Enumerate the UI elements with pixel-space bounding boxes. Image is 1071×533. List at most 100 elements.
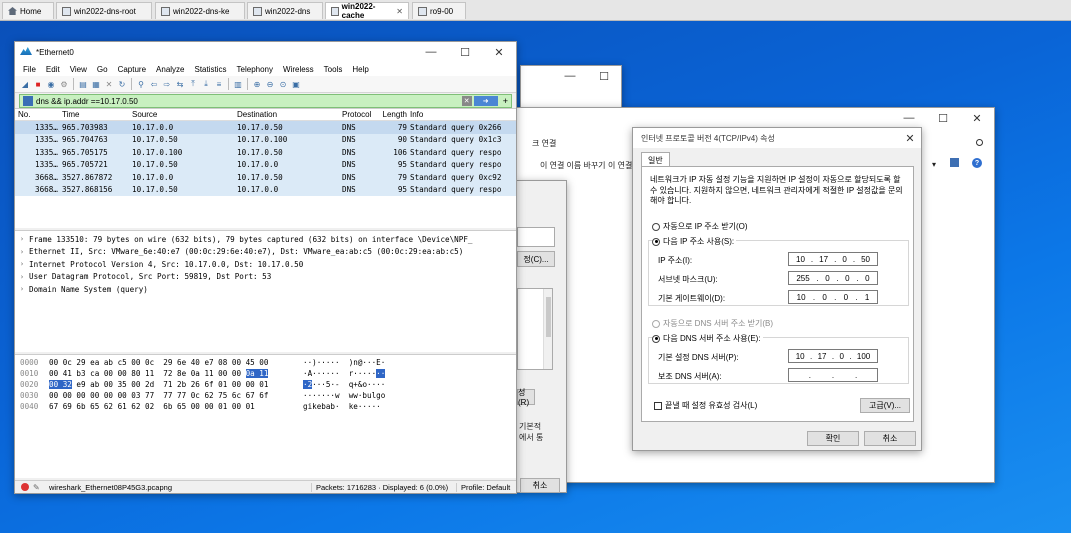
edit-comment-icon[interactable]: ✎ xyxy=(33,483,43,492)
maximize-icon[interactable]: ☐ xyxy=(448,42,482,62)
packet-row[interactable]: 3668… 3527.868156 10.17.0.50 10.17.0.0 D… xyxy=(15,183,516,196)
close-file-icon[interactable]: ✕ xyxy=(103,78,115,90)
go-forward-icon[interactable]: ⇨ xyxy=(161,78,173,90)
manual-dns-radio[interactable]: 다음 DNS 서버 주소 사용(E): xyxy=(652,333,763,344)
column-no[interactable]: No. xyxy=(15,110,62,119)
detail-ethernet[interactable]: › Ethernet II, Src: VMware_6e:40:e7 (00:0… xyxy=(15,246,516,259)
menu-view[interactable]: View xyxy=(65,65,92,74)
reload-icon[interactable]: ↻ xyxy=(116,78,128,90)
bookmark-icon[interactable] xyxy=(23,96,33,106)
add-filter-button-icon[interactable]: + xyxy=(500,96,511,106)
expand-arrow-icon[interactable]: › xyxy=(15,248,29,256)
ip-address-field[interactable]: 10. 17. 0. 50 xyxy=(788,252,878,266)
menu-statistics[interactable]: Statistics xyxy=(190,65,232,74)
connection-link[interactable]: 이 연결 xyxy=(608,160,632,171)
display-filter-bar[interactable]: dns && ip.addr ==10.17.0.50 ✕ ➜ + xyxy=(19,94,512,108)
cancel-button[interactable]: 취소 xyxy=(520,478,560,493)
save-file-icon[interactable]: ▦ xyxy=(90,78,102,90)
manual-ip-radio[interactable]: 다음 IP 주소 사용(S): xyxy=(652,236,737,247)
chevron-down-icon[interactable]: ▾ xyxy=(932,160,936,169)
menu-analyze[interactable]: Analyze xyxy=(151,65,189,74)
restart-capture-icon[interactable]: ◉ xyxy=(45,78,57,90)
expand-arrow-icon[interactable]: › xyxy=(15,260,29,268)
display-filter-input[interactable]: dns && ip.addr ==10.17.0.50 xyxy=(36,97,462,106)
menu-go[interactable]: Go xyxy=(92,65,113,74)
resize-columns-icon[interactable]: ▣ xyxy=(290,78,302,90)
start-capture-icon[interactable]: ◢ xyxy=(19,78,31,90)
column-source[interactable]: Source xyxy=(132,110,237,119)
close-icon[interactable]: ✕ xyxy=(396,7,403,16)
vm-tab-ro9[interactable]: ro9-00 xyxy=(412,2,466,19)
bytes-row[interactable]: 0010 00 41 b3 ca 00 00 80 11 72 8e 0a 11… xyxy=(15,368,516,379)
go-to-packet-icon[interactable]: ⇆ xyxy=(174,78,186,90)
expert-info-icon[interactable] xyxy=(21,483,29,491)
maximize-icon[interactable]: ☐ xyxy=(587,66,621,86)
apply-filter-icon[interactable]: ➜ xyxy=(473,96,498,106)
packet-row[interactable]: 3668… 3527.867872 10.17.0.0 10.17.0.50 D… xyxy=(15,170,516,184)
column-protocol[interactable]: Protocol xyxy=(342,110,382,119)
detail-frame[interactable]: › Frame 133510: 79 bytes on wire (632 bit… xyxy=(15,233,516,246)
vm-tab-dns-ke[interactable]: win2022-dns-ke xyxy=(155,2,245,19)
detail-dns[interactable]: › Domain Name System (query) xyxy=(15,283,516,296)
close-icon[interactable]: ✕ xyxy=(899,128,921,148)
close-icon[interactable]: ✕ xyxy=(482,42,516,62)
normal-size-icon[interactable]: ⊙ xyxy=(277,78,289,90)
first-packet-icon[interactable]: ⤒ xyxy=(187,78,199,90)
minimize-icon[interactable]: — xyxy=(553,66,587,86)
column-info[interactable]: Info xyxy=(410,110,516,119)
close-icon[interactable]: ✕ xyxy=(960,108,994,128)
clear-filter-icon[interactable]: ✕ xyxy=(461,96,472,106)
vm-tab-dns[interactable]: win2022-dns xyxy=(247,2,323,19)
open-file-icon[interactable]: ▤ xyxy=(77,78,89,90)
menu-capture[interactable]: Capture xyxy=(113,65,151,74)
components-scrollbar[interactable] xyxy=(543,289,552,369)
vm-tab-dns-root[interactable]: win2022-dns-root xyxy=(56,2,152,19)
zoom-out-icon[interactable]: ⊖ xyxy=(264,78,276,90)
packet-row[interactable]: 1335… 965.705175 10.17.0.100 10.17.0.50 … xyxy=(15,146,516,159)
gateway-field[interactable]: 10. 0. 0. 1 xyxy=(788,290,878,304)
packet-row[interactable]: 1335… 965.703983 10.17.0.0 10.17.0.50 DN… xyxy=(15,121,516,134)
alternate-dns-field[interactable]: ... xyxy=(788,368,878,382)
minimize-icon[interactable]: — xyxy=(892,108,926,128)
auto-ip-radio[interactable]: 자동으로 IP 주소 받기(O) xyxy=(652,221,748,232)
advanced-button[interactable]: 고급(V)... xyxy=(860,398,910,413)
validate-settings-checkbox[interactable]: 끝낼 때 설정 유효성 검사(L) xyxy=(654,400,757,411)
menu-file[interactable]: File xyxy=(18,65,41,74)
ok-button[interactable]: 확인 xyxy=(807,431,859,446)
menu-tools[interactable]: Tools xyxy=(319,65,348,74)
menu-edit[interactable]: Edit xyxy=(41,65,65,74)
expand-arrow-icon[interactable]: › xyxy=(15,273,29,281)
expand-arrow-icon[interactable]: › xyxy=(15,285,29,293)
view-icon[interactable] xyxy=(950,158,959,167)
help-icon[interactable]: ? xyxy=(972,158,982,168)
bytes-row[interactable]: 0040 67 69 6b 65 62 61 62 02 6b 65 00 00… xyxy=(15,401,516,412)
bytes-row[interactable]: 0000 00 0c 29 ea ab c5 00 0c 29 6e 40 e7… xyxy=(15,357,516,368)
bytes-row[interactable]: 0030 00 00 00 00 00 00 03 77 77 77 0c 62… xyxy=(15,390,516,401)
autoscroll-icon[interactable]: ≡ xyxy=(213,78,225,90)
capture-options-icon[interactable]: ⚙ xyxy=(58,78,70,90)
auto-dns-radio[interactable]: 자동으로 DNS 서버 주소 받기(B) xyxy=(652,318,773,329)
stop-capture-icon[interactable]: ■ xyxy=(32,78,44,90)
configure-button[interactable]: 정(C)... xyxy=(517,251,555,267)
cancel-button[interactable]: 취소 xyxy=(864,431,916,446)
column-time[interactable]: Time xyxy=(62,110,132,119)
column-destination[interactable]: Destination xyxy=(237,110,342,119)
colorize-icon[interactable]: ▥ xyxy=(232,78,244,90)
rename-connection-link[interactable]: 이 연결 이름 바꾸기 xyxy=(540,160,606,171)
detail-udp[interactable]: › User Datagram Protocol, Src Port: 59819… xyxy=(15,271,516,284)
properties-button[interactable]: 성(R) xyxy=(517,388,535,407)
menu-telephony[interactable]: Telephony xyxy=(232,65,278,74)
menu-wireless[interactable]: Wireless xyxy=(278,65,319,74)
expand-arrow-icon[interactable]: › xyxy=(15,235,29,243)
maximize-icon[interactable]: ☐ xyxy=(926,108,960,128)
find-packet-icon[interactable]: ⚲ xyxy=(135,78,147,90)
vm-tab-cache[interactable]: win2022-cache ✕ xyxy=(325,2,409,20)
detail-ipv4[interactable]: › Internet Protocol Version 4, Src: 10.17… xyxy=(15,258,516,271)
profile-selector[interactable]: Profile: Default xyxy=(456,482,516,492)
last-packet-icon[interactable]: ⤓ xyxy=(200,78,212,90)
vm-tab-home[interactable]: Home xyxy=(2,2,54,19)
packet-row[interactable]: 1335… 965.705721 10.17.0.50 10.17.0.0 DN… xyxy=(15,158,516,171)
menu-help[interactable]: Help xyxy=(347,65,373,74)
column-length[interactable]: Length xyxy=(382,110,410,119)
zoom-in-icon[interactable]: ⊕ xyxy=(251,78,263,90)
